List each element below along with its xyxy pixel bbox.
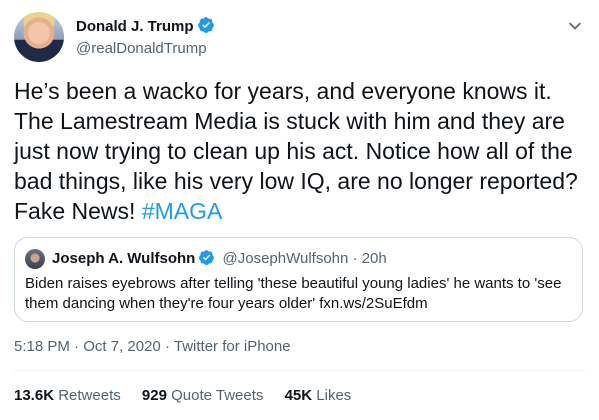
- tweet-time: 5:18 PM: [14, 338, 70, 355]
- divider: [14, 370, 585, 371]
- tweet-timestamp[interactable]: 5:18 PM · Oct 7, 2020: [14, 338, 161, 355]
- quote-tweets-label: Quote Tweets: [171, 387, 264, 404]
- author-names: Donald J. Trump @realDonaldTrump: [76, 16, 215, 59]
- retweets-stat[interactable]: 13.6K Retweets: [14, 386, 121, 406]
- meta-separator: ·: [74, 338, 80, 355]
- hashtag-link[interactable]: #MAGA: [142, 198, 223, 224]
- likes-stat[interactable]: 45K Likes: [285, 386, 352, 406]
- quote-tweets-stat[interactable]: 929 Quote Tweets: [142, 386, 263, 406]
- engagement-stats: 13.6K Retweets 929 Quote Tweets 45K Like…: [14, 386, 368, 406]
- likes-count: 45K: [284, 387, 313, 404]
- retweets-label: Retweets: [58, 387, 121, 404]
- quote-tweets-count: 929: [141, 387, 167, 404]
- meta-separator: ·: [164, 338, 170, 355]
- verified-badge-icon: [197, 17, 214, 33]
- tweet-header: Donald J. Trump @realDonaldTrump: [14, 12, 585, 64]
- author-handle[interactable]: @realDonaldTrump: [76, 39, 215, 59]
- quoted-time: 20h: [361, 250, 387, 267]
- tweet-date: Oct 7, 2020: [83, 338, 161, 355]
- tweet-meta: 5:18 PM · Oct 7, 2020 · Twitter for iPho…: [14, 337, 291, 357]
- author-display-name[interactable]: Donald J. Trump: [76, 18, 194, 35]
- retweets-count: 13.6K: [14, 387, 55, 404]
- chevron-down-icon[interactable]: [567, 18, 583, 34]
- quoted-author-handle: @JosephWulfsohn: [222, 250, 349, 267]
- tweet-card: Donald J. Trump @realDonaldTrump He’s be…: [0, 0, 599, 420]
- quoted-separator: ·: [352, 250, 358, 267]
- tweet-text: He’s been a wacko for years, and everyon…: [14, 76, 589, 226]
- quoted-tweet[interactable]: Joseph A. Wulfsohn @JosephWulfsohn · 20h…: [14, 237, 583, 322]
- author-avatar[interactable]: [14, 12, 64, 62]
- quoted-tweet-header: Joseph A. Wulfsohn @JosephWulfsohn · 20h: [52, 249, 387, 269]
- quoted-author-avatar: [25, 249, 45, 269]
- quoted-tweet-text: Biden raises eyebrows after telling 'the…: [25, 275, 562, 312]
- tweet-body: He’s been a wacko for years, and everyon…: [14, 78, 578, 224]
- tweet-source-link[interactable]: Twitter for iPhone: [174, 338, 291, 355]
- verified-badge-icon: [199, 250, 215, 265]
- likes-label: Likes: [316, 387, 352, 404]
- quoted-author-name: Joseph A. Wulfsohn: [52, 250, 196, 267]
